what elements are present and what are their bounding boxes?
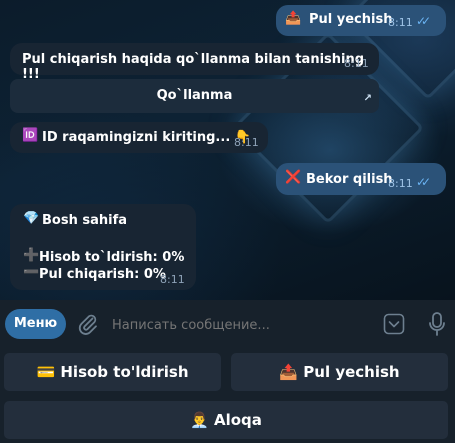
reply-keyboard: 💳 Hisob to'ldirish 📤 Pul yechish 👨‍💼 Alo…	[0, 350, 455, 443]
message-time: 8:11	[388, 16, 413, 29]
message-input-bar: Меню	[0, 300, 455, 350]
double-check-icon: ✓✓	[416, 14, 431, 28]
plus-icon: ➕	[23, 248, 40, 263]
id-icon: 🆔	[22, 128, 39, 143]
external-link-icon: ↗	[363, 93, 372, 104]
message-incoming-id: 🆔 ID raqamingizni kiriting... 👇 8:11	[10, 122, 268, 153]
message-text: Pul yechish	[309, 12, 393, 27]
message-time: 8:11	[344, 57, 369, 70]
chat-area: 📤 Pul yechish 8:11 ✓✓ Pul chiqarish haqi…	[0, 0, 455, 300]
menu-button[interactable]: Меню	[5, 309, 66, 339]
keyboard-button-aloqa[interactable]: 👨‍💼 Aloqa	[4, 401, 448, 439]
message-text: Bekor qilish	[306, 172, 393, 187]
attach-icon[interactable]	[76, 312, 100, 336]
message-time: 8:11	[234, 136, 259, 149]
message-line: Pul chiqarish: 0%	[39, 267, 166, 282]
message-text: Pul chiqarish haqida qo`llanma bilan tan…	[22, 52, 365, 82]
message-incoming-bosh-sahifa: 💎 Bosh sahifa ➕ Hisob to`ldirish: 0% ➖ P…	[10, 204, 196, 290]
message-input[interactable]	[110, 313, 374, 337]
message-time: 8:11	[388, 177, 413, 190]
message-line: Hisob to`ldirish: 0%	[39, 250, 185, 265]
minus-icon: ➖	[23, 265, 40, 280]
message-text: ID raqamingizni kiriting... 👇	[42, 130, 251, 145]
bot-commands-icon[interactable]	[383, 313, 405, 335]
gem-icon: 💎	[23, 211, 40, 226]
message-incoming-qollanma: Pul chiqarish haqida qo`llanma bilan tan…	[10, 43, 379, 82]
keyboard-button-pul-yechish[interactable]: 📤 Pul yechish	[231, 353, 448, 391]
inline-button-label: Qo`llanma	[156, 88, 233, 103]
cross-mark-icon: ❌	[285, 170, 302, 185]
message-time: 8:11	[160, 273, 185, 286]
inline-button-qollanma[interactable]: Qo`llanma ↗	[10, 79, 379, 113]
message-outgoing-bekor: ❌ Bekor qilish 8:11 ✓✓	[276, 163, 446, 195]
keyboard-button-hisob-toldirish[interactable]: 💳 Hisob to'ldirish	[4, 353, 221, 391]
message-outgoing-pul-yechish: 📤 Pul yechish 8:11 ✓✓	[276, 5, 446, 36]
message-title: Bosh sahifa	[42, 213, 128, 228]
microphone-icon[interactable]	[427, 311, 447, 337]
double-check-icon: ✓✓	[416, 175, 431, 189]
outbox-tray-icon: 📤	[285, 11, 302, 26]
